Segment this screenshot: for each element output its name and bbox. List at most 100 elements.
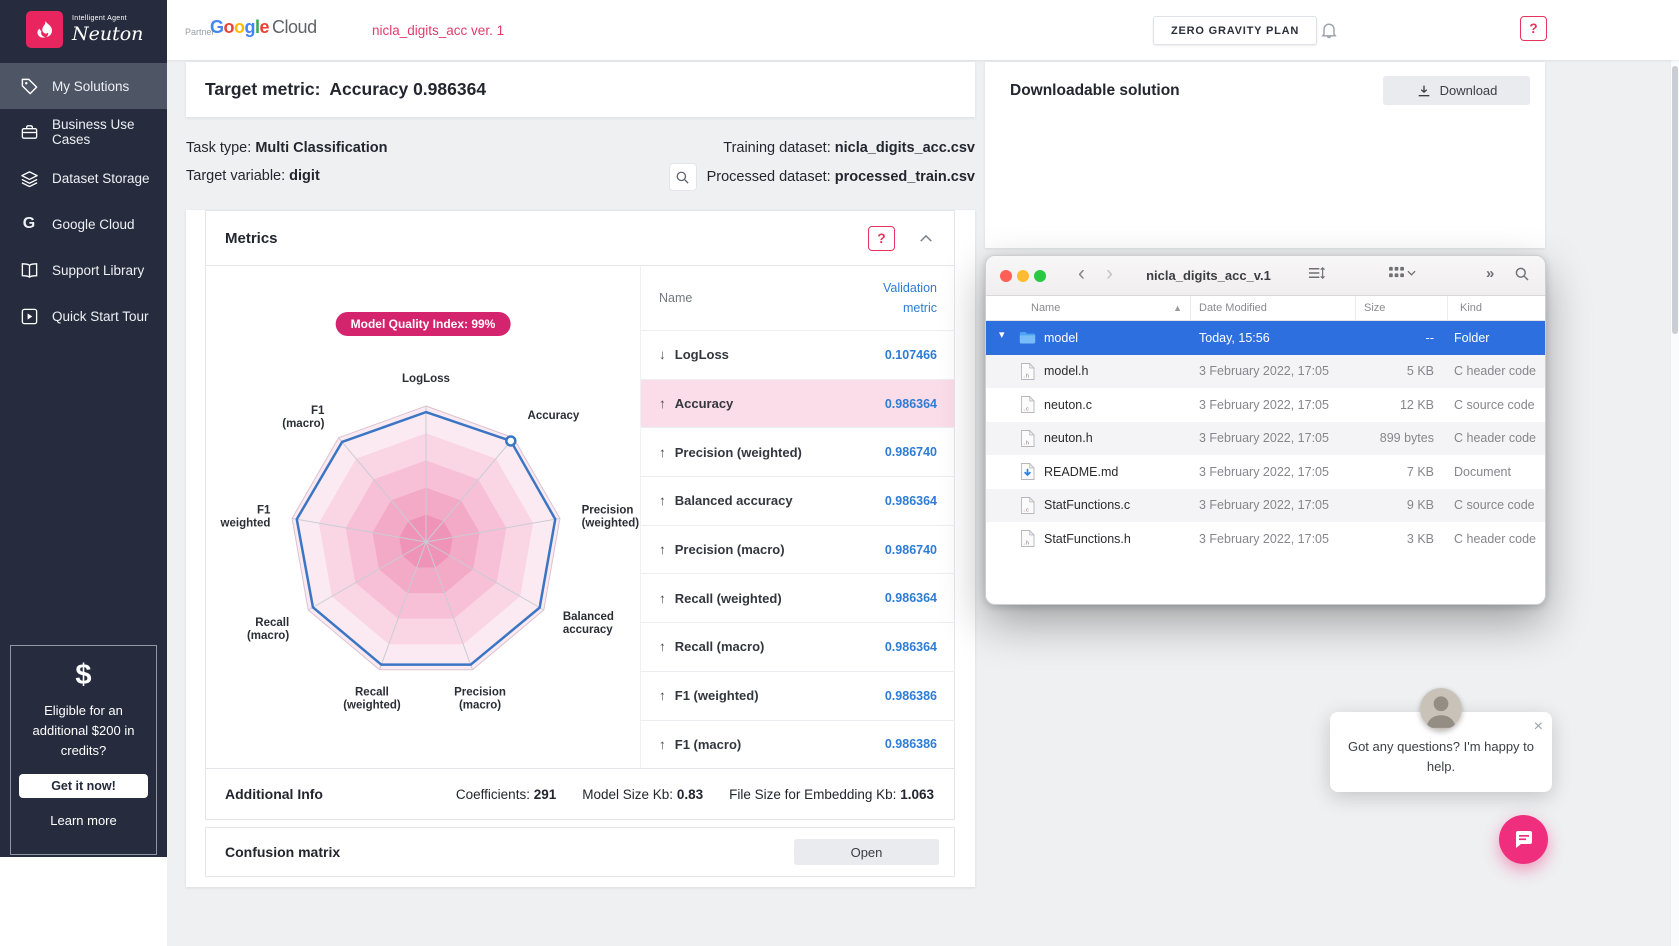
file-name-cell: README.md [986,463,1191,480]
metric-row[interactable]: ↑Precision (macro)0.986740 [641,525,955,574]
file-date: 3 February 2022, 17:05 [1191,431,1356,445]
window-close-button[interactable] [1000,270,1012,282]
google-letter: G [210,17,224,37]
learn-more-link[interactable]: Learn more [11,813,156,828]
list-view-icon[interactable] [1308,266,1325,280]
file-name: neuton.h [1044,431,1093,445]
metric-row[interactable]: ↑Recall (weighted)0.986364 [641,573,955,622]
file-kind: C source code [1442,398,1545,412]
finder-row[interactable]: .hStatFunctions.h3 February 2022, 17:053… [986,522,1545,556]
svg-text:Balancedaccuracy: Balancedaccuracy [563,611,614,636]
view-options-icon[interactable] [1389,266,1416,279]
confusion-matrix-title: Confusion matrix [225,844,340,860]
finder-row[interactable]: .cneuton.c3 February 2022, 17:0512 KBC s… [986,388,1545,422]
briefcase-icon [19,122,39,142]
plan-button[interactable]: ZERO GRAVITY PLAN [1153,16,1317,45]
file-size: -- [1356,331,1442,345]
column-header-kind[interactable]: Kind [1448,296,1545,320]
training-dataset-label: Training dataset: [723,140,830,156]
metric-name: ↑Precision (macro) [659,542,785,557]
brand-logo[interactable]: Intelligent Agent Neuton [0,0,167,59]
back-chevron-icon[interactable]: ‹ [1078,262,1085,286]
finder-row[interactable]: README.md3 February 2022, 17:057 KBDocum… [986,455,1545,489]
file-date: Today, 15:56 [1191,331,1356,345]
open-confusion-matrix-button[interactable]: Open [794,839,939,865]
svg-text:.h: .h [1023,372,1030,379]
metric-row[interactable]: ↑Precision (weighted)0.986740 [641,427,955,476]
collapse-chevron-icon[interactable] [917,231,935,245]
sidebar-item-google-cloud[interactable]: G Google Cloud [0,201,167,247]
promo-text: Eligible for an additional $200 in credi… [25,701,142,761]
column-header-name[interactable]: Name▲ [986,296,1191,320]
processed-dataset-label: Processed dataset: [707,169,831,185]
folder-icon [1019,329,1036,346]
column-validation-metric[interactable]: Validation metric [865,278,937,318]
finder-row[interactable]: .hneuton.h3 February 2022, 17:05899 byte… [986,422,1545,456]
metrics-title: Metrics [225,230,278,247]
sidebar-item-label: Business Use Cases [52,117,167,147]
metric-row[interactable]: ↑Recall (macro)0.986364 [641,622,955,671]
finder-window: ‹ › nicla_digits_acc_v.1 » Name▲ Date Mo… [985,255,1546,605]
forward-chevron-icon[interactable]: › [1106,262,1113,286]
download-button[interactable]: Download [1383,76,1530,105]
metric-row[interactable]: ↑Balanced accuracy0.986364 [641,476,955,525]
sidebar-item-my-solutions[interactable]: My Solutions [0,63,167,109]
metric-name: ↑Recall (macro) [659,639,764,654]
metric-row[interactable]: ↑Accuracy0.986364 [641,379,955,428]
notifications-bell-icon[interactable] [1319,20,1339,40]
radar-chart: LogLossAccuracyPrecision(weighted)Balanc… [206,352,640,724]
up-arrow-icon: ↑ [659,591,666,606]
help-button[interactable]: ? [1520,16,1547,41]
column-header-size[interactable]: Size [1356,296,1448,320]
metric-value: 0.986364 [885,591,937,605]
sidebar-item-support-library[interactable]: Support Library [0,247,167,293]
google-letter: e [260,17,270,37]
scrollbar-thumb[interactable] [1672,66,1678,334]
metric-value: 0.986364 [885,397,937,411]
window-minimize-button[interactable] [1017,270,1029,282]
sidebar-item-label: Quick Start Tour [52,309,149,324]
more-toolbar-items-icon[interactable]: » [1486,265,1494,282]
svg-text:.h: .h [1023,540,1030,547]
finder-row[interactable]: .cStatFunctions.c3 February 2022, 17:059… [986,489,1545,523]
chat-launcher-button[interactable] [1499,815,1548,864]
sidebar-item-label: Support Library [52,263,144,278]
dataset-search-button[interactable] [669,163,697,191]
finder-row[interactable]: ▾modelToday, 15:56--Folder [986,321,1545,355]
file-name-cell: .c StatFunctions.c [986,497,1191,514]
metric-row[interactable]: ↑F1 (macro)0.986386 [641,720,955,769]
metric-name: ↓LogLoss [659,347,729,362]
up-arrow-icon: ↑ [659,445,666,460]
file-icon: .c [1019,497,1036,514]
sidebar: Intelligent Agent Neuton My Solutions Bu… [0,0,167,857]
metric-row[interactable]: ↓LogLoss 0.107466 [641,330,955,379]
file-date: 3 February 2022, 17:05 [1191,364,1356,378]
sidebar-item-business-use-cases[interactable]: Business Use Cases [0,109,167,155]
chat-bubble-icon [1512,828,1536,852]
chat-widget: × Got any questions? I'm happy to help. [1330,712,1552,792]
file-icon: .h [1019,530,1036,547]
disclosure-chevron-icon[interactable]: ▾ [999,328,1005,341]
project-title: nicla_digits_acc ver. 1 [372,23,504,38]
target-metric-value: Accuracy 0.986364 [329,79,486,100]
sort-chevron-icon: ▲ [1173,303,1182,313]
additional-info-row: Additional Info Coefficients: 291 Model … [206,768,954,819]
finder-search-icon[interactable] [1514,266,1530,282]
file-size: 899 bytes [1356,431,1442,445]
metric-row[interactable]: ↑F1 (weighted)0.986386 [641,671,955,720]
metric-value: 0.107466 [885,348,937,362]
download-label: Download [1440,83,1498,98]
finder-row[interactable]: .hmodel.h3 February 2022, 17:055 KBC hea… [986,355,1545,389]
metrics-card: Metrics ? Model Quality Index: 99% LogLo… [186,210,975,887]
sidebar-item-dataset-storage[interactable]: Dataset Storage [0,155,167,201]
column-header-date-modified[interactable]: Date Modified [1191,296,1356,320]
page-scrollbar[interactable] [1670,60,1679,946]
file-name-cell: .hmodel.h [986,363,1191,380]
metrics-help-button[interactable]: ? [868,226,895,251]
get-it-now-button[interactable]: Get it now! [19,774,148,798]
file-name: StatFunctions.c [1044,498,1130,512]
chat-close-icon[interactable]: × [1534,718,1543,736]
sidebar-item-quick-start-tour[interactable]: Quick Start Tour [0,293,167,339]
up-arrow-icon: ↑ [659,542,666,557]
window-zoom-button[interactable] [1034,270,1046,282]
